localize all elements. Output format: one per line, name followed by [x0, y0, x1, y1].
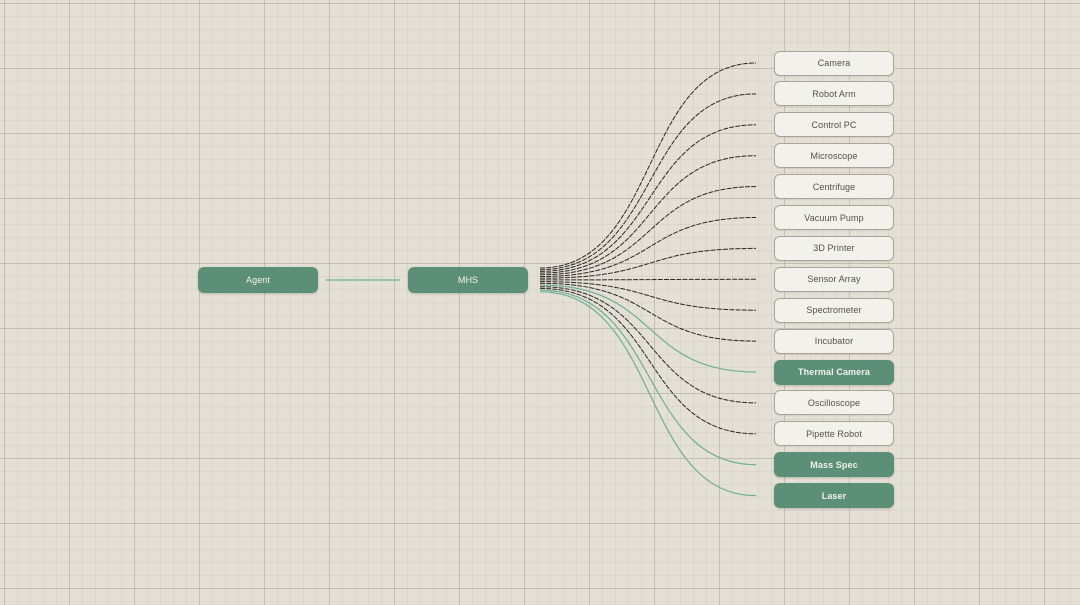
device-node-label: Mass Spec: [810, 459, 858, 470]
agent-node-label: Agent: [245, 275, 271, 285]
device-node-label: Camera: [817, 58, 851, 68]
device-node[interactable]: Mass Spec: [774, 452, 894, 478]
device-node-label: Centrifuge: [812, 181, 856, 192]
device-node[interactable]: Thermal Camera: [774, 359, 894, 385]
agent-node[interactable]: Agent: [198, 267, 318, 293]
device-node-label: Sensor Array: [807, 274, 861, 285]
device-node-label: 3D Printer: [813, 243, 855, 254]
device-node[interactable]: Microscope: [774, 143, 894, 169]
device-node-label: Incubator: [814, 336, 854, 347]
device-node-label: Microscope: [810, 150, 858, 161]
device-node-label: Control PC: [811, 119, 857, 130]
device-link: [539, 278, 757, 281]
diagram-canvas: Agent MHS Camera Robot Arm Control PC Micro…: [0, 0, 1080, 605]
device-node[interactable]: Incubator: [774, 328, 894, 354]
device-node[interactable]: Vacuum Pump: [774, 205, 894, 230]
mhs-hub-node[interactable]: MHS: [408, 267, 528, 293]
device-node[interactable]: Control PC: [774, 112, 894, 138]
device-node-label: Spectrometer: [806, 305, 862, 316]
device-node[interactable]: Camera: [774, 50, 894, 76]
device-link: [539, 287, 757, 435]
device-node-label: Oscilloscope: [807, 397, 861, 408]
device-link: [539, 289, 757, 466]
device-node-label: Pipette Robot: [806, 428, 862, 439]
device-link: [539, 281, 757, 311]
device-node[interactable]: Centrifuge: [774, 174, 894, 200]
device-node[interactable]: Pipette Robot: [774, 421, 894, 447]
device-node-label: Vacuum Pump: [804, 212, 864, 223]
device-link: [539, 247, 757, 279]
device-node[interactable]: 3D Printer: [774, 235, 894, 261]
device-node[interactable]: Oscilloscope: [774, 390, 894, 416]
device-link: [539, 62, 757, 269]
device-link: [539, 291, 757, 497]
device-node[interactable]: Sensor Array: [774, 266, 894, 292]
device-link: [539, 282, 757, 342]
mhs-hub-node-label: MHS: [457, 275, 479, 285]
device-link: [539, 155, 757, 274]
hub-target-links: [539, 62, 757, 497]
connection-links: [326, 62, 757, 497]
device-link: [539, 286, 757, 404]
device-node[interactable]: Laser: [774, 483, 894, 509]
device-node-label: Thermal Camera: [798, 367, 870, 377]
device-node[interactable]: Robot Arm: [774, 81, 894, 107]
device-link: [539, 93, 757, 271]
device-node-label: Robot Arm: [812, 88, 856, 99]
device-node[interactable]: Spectrometer: [774, 297, 894, 323]
device-node-label: Laser: [821, 490, 847, 501]
